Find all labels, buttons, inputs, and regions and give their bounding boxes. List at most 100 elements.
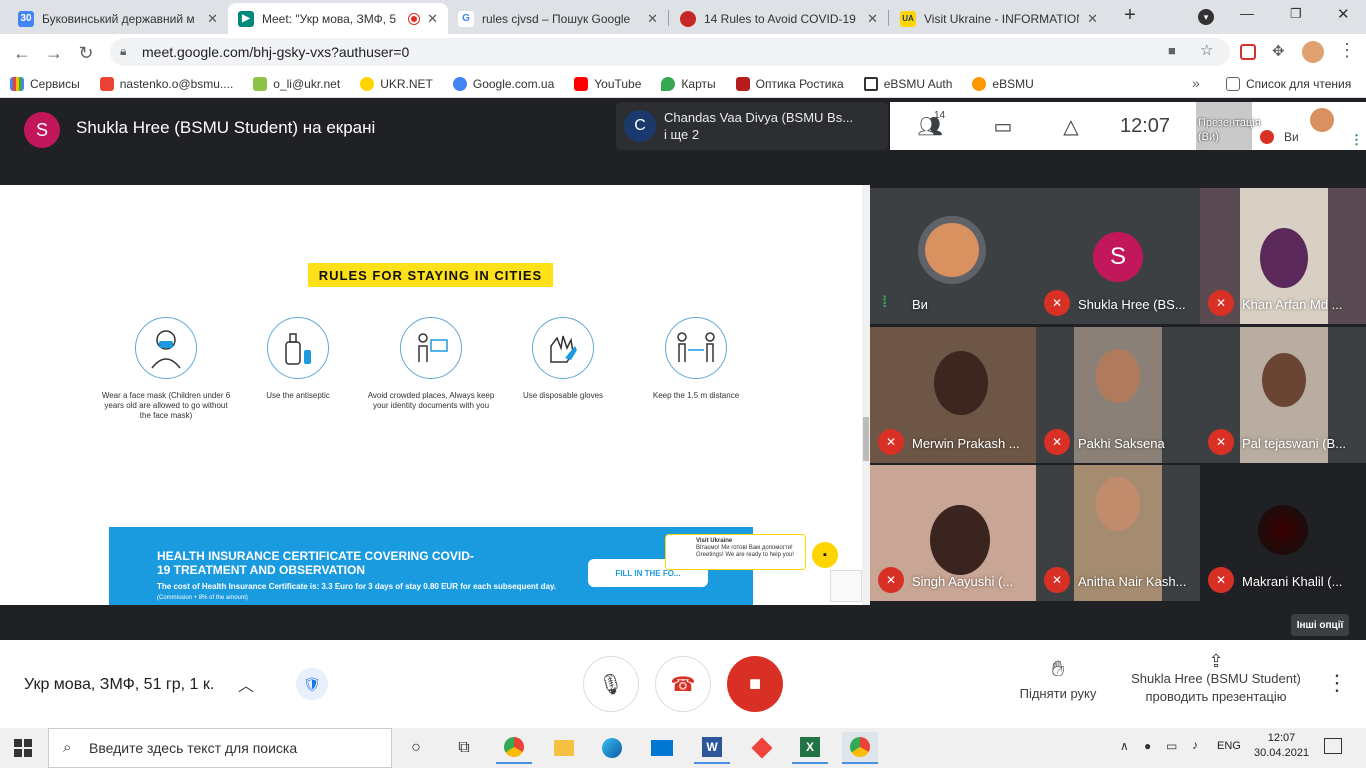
- present-screen-icon: ⇪: [1208, 651, 1224, 671]
- participant-tile-singh[interactable]: ✕ Singh Aayushi (...: [870, 465, 1036, 601]
- excel-logo: X: [800, 737, 820, 757]
- close-icon[interactable]: ✕: [867, 11, 878, 27]
- tab-search-icon[interactable]: ▾: [1198, 9, 1214, 25]
- slide-title: RULES FOR STAYING IN CITIES: [308, 263, 553, 287]
- bookmark-optika[interactable]: Оптика Ростика: [726, 76, 854, 91]
- word-icon[interactable]: W: [694, 732, 730, 764]
- close-icon[interactable]: ✕: [427, 11, 438, 27]
- participant-tile-pakhi[interactable]: ✕ Pakhi Saksena: [1036, 327, 1200, 463]
- close-window-button[interactable]: ✕: [1337, 5, 1350, 23]
- back-arrow-icon[interactable]: ←: [10, 41, 34, 65]
- bookmark-youtube[interactable]: YouTube: [564, 76, 651, 91]
- tile-name: Ви: [912, 297, 928, 312]
- file-explorer-icon[interactable]: [546, 732, 582, 764]
- close-icon[interactable]: ✕: [1087, 11, 1098, 27]
- windows-start-icon[interactable]: [14, 739, 32, 757]
- chat-notification[interactable]: C Chandas Vaa Divya (BSMU Bs... і ще 2: [616, 102, 888, 150]
- calendar-icon: 30: [18, 10, 34, 27]
- close-icon[interactable]: ✕: [207, 11, 218, 27]
- battery-icon[interactable]: ▭: [1166, 739, 1177, 753]
- excel-icon[interactable]: X: [792, 732, 828, 764]
- bookmark-ukr-net[interactable]: UKR.NET: [350, 76, 443, 91]
- chrome-taskbar-icon[interactable]: [496, 732, 532, 764]
- browser-tab-google-search[interactable]: G rules cjvsd – Пошук Google ✕: [448, 3, 668, 34]
- self-presentation-thumbnail[interactable]: Презентація (Ви) Ви ⋮: [1196, 102, 1366, 150]
- new-tab-button[interactable]: +: [1118, 4, 1142, 28]
- edge-icon[interactable]: [594, 732, 630, 764]
- presentation-label: Презентація (Ви): [1198, 117, 1261, 143]
- minimize-button[interactable]: —: [1240, 5, 1254, 21]
- extension-icon[interactable]: [1240, 44, 1256, 60]
- tile-name: Shukla Hree (BS...: [1078, 297, 1186, 312]
- bookmark-gmail[interactable]: nastenko.o@bsmu....: [90, 76, 244, 91]
- participant-tile-khan[interactable]: ✕ Khan Arfan Md ...: [1200, 188, 1366, 324]
- rule-label: Use the antiseptic: [266, 391, 330, 400]
- bookmark-ukr-mail[interactable]: o_li@ukr.net: [243, 76, 350, 91]
- reload-icon[interactable]: ↻: [74, 41, 98, 65]
- close-icon[interactable]: ✕: [647, 11, 658, 27]
- bookmark-label: Сервисы: [30, 76, 80, 91]
- forward-arrow-icon[interactable]: →: [42, 41, 66, 65]
- notifications-icon[interactable]: [1324, 738, 1342, 754]
- puzzle-icon[interactable]: ✥: [1272, 42, 1285, 60]
- chevron-up-icon[interactable]: ︿: [238, 672, 254, 696]
- menu-kebab-icon[interactable]: ⋮: [1338, 40, 1356, 61]
- scroll-thumb[interactable]: [863, 417, 869, 461]
- participant-tile-anitha[interactable]: ✕ Anitha Nair Kash...: [1036, 465, 1200, 601]
- tray-clock[interactable]: 12:07 30.04.2021: [1254, 731, 1309, 761]
- presenting-status-button[interactable]: ⇪ Shukla Hree (BSMU Student) проводить п…: [1124, 652, 1308, 706]
- host-controls-shield-icon[interactable]: 🛡︎: [296, 668, 328, 700]
- tile-name: Makrani Khalil (...: [1242, 574, 1343, 589]
- participant-tile-shukla[interactable]: S ✕ Shukla Hree (BS...: [1036, 188, 1200, 324]
- address-bar[interactable]: 🔒︎ meet.google.com/bhj-gsky-vxs?authuser…: [110, 38, 1230, 66]
- browser-tab-bsmu[interactable]: 30 Буковинський державний м ✕: [8, 3, 228, 34]
- browser-tab-meet[interactable]: ▶ Meet: "Укр мова, ЗМФ, 5 ✕: [228, 3, 448, 34]
- bookmark-star-icon[interactable]: ☆: [1200, 41, 1213, 59]
- bookmark-ebsmu[interactable]: eBSMU: [962, 76, 1043, 91]
- taskbar-search-box[interactable]: ⌕ Введите здесь текст для поиска: [48, 728, 392, 768]
- meeting-name[interactable]: Укр мова, ЗМФ, 51 гр, 1 к.: [24, 676, 214, 694]
- people-button[interactable]: 👥︎ 14: [890, 102, 970, 150]
- bookmark-maps[interactable]: Карты: [651, 76, 725, 91]
- language-indicator[interactable]: ENG: [1217, 740, 1241, 752]
- activities-button[interactable]: △: [1036, 102, 1106, 150]
- browser-tab-covid-rules[interactable]: 14 Rules to Avoid COVID-19 ✕: [670, 3, 888, 34]
- slide-scrollbar[interactable]: [862, 185, 870, 605]
- microphone-button[interactable]: 🎙︎: [583, 656, 639, 712]
- video-person: [1258, 505, 1308, 555]
- chrome-profile-icon[interactable]: [842, 732, 878, 764]
- chat-button[interactable]: ▭: [970, 102, 1036, 150]
- participant-tile-makrani[interactable]: ✕ Makrani Khalil (...: [1200, 465, 1366, 601]
- participant-tile-merwin[interactable]: ✕ Merwin Prakash ...: [870, 327, 1036, 463]
- camera-toggle-button[interactable]: ■: [727, 656, 783, 712]
- raise-hand-label: Підняти руку: [1019, 686, 1097, 701]
- profile-avatar[interactable]: [1302, 41, 1324, 63]
- tray-expand-icon[interactable]: ∧: [1120, 739, 1129, 753]
- chat-bubble-icon[interactable]: ▪: [812, 542, 838, 568]
- raise-hand-button[interactable]: ✋︎ Підняти руку: [1010, 656, 1106, 701]
- visit-ukraine-chat-popup[interactable]: Visit Ukraine Вітаємо! Ми готові Вам доп…: [665, 534, 806, 570]
- more-options-kebab-icon[interactable]: ⋮: [1326, 670, 1348, 696]
- url-text: meet.google.com/bhj-gsky-vxs?authuser=0: [142, 44, 410, 60]
- leave-call-button[interactable]: ☎︎: [655, 656, 711, 712]
- maximize-button[interactable]: ❐: [1290, 6, 1302, 22]
- bookmark-services[interactable]: Сервисы: [0, 76, 90, 91]
- bookmark-ebsmu-auth[interactable]: eBSMU Auth: [854, 76, 963, 91]
- browser-tab-visit-ukraine[interactable]: UA Visit Ukraine - INFORMATION ✕: [890, 3, 1108, 34]
- task-view-icon[interactable]: ⧉: [446, 732, 482, 764]
- volume-icon[interactable]: ♪: [1192, 738, 1198, 752]
- rule-face-mask: Wear a face mask (Children under 6 years…: [101, 317, 231, 421]
- bookmark-label: Карты: [681, 76, 716, 91]
- visit-ukraine-icon: UA: [900, 10, 916, 27]
- more-bookmarks-icon[interactable]: »: [1192, 75, 1200, 91]
- participant-tile-pal[interactable]: ✕ Pal tejaswani (B...: [1200, 327, 1366, 463]
- cortana-icon[interactable]: ○: [398, 732, 434, 764]
- participant-tile-self[interactable]: ⁞ Ви: [870, 188, 1036, 324]
- reading-list-button[interactable]: Список для чтения: [1216, 77, 1361, 91]
- tile-name: Singh Aayushi (...: [912, 574, 1014, 589]
- mail-icon[interactable]: [644, 732, 680, 764]
- tile-name: Pal tejaswani (B...: [1242, 436, 1347, 451]
- anydesk-icon[interactable]: [744, 732, 780, 764]
- bookmark-google[interactable]: Google.com.ua: [443, 76, 564, 91]
- camera-icon[interactable]: ■: [1168, 43, 1176, 58]
